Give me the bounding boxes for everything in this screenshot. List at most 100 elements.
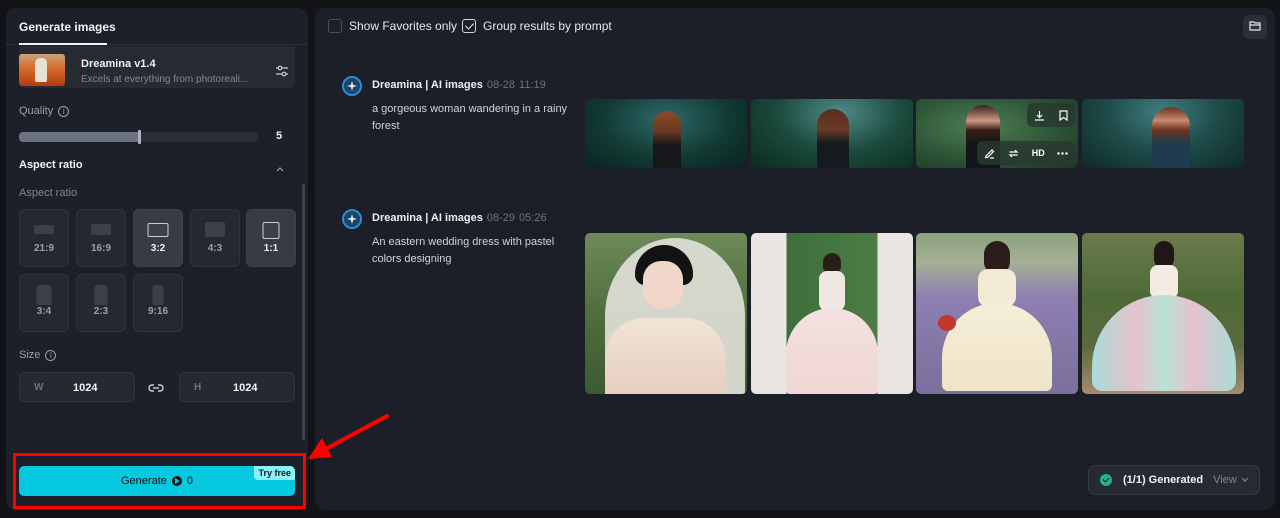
image-dress (605, 318, 725, 394)
ratio-2-3-icon (94, 285, 108, 305)
group-by-prompt-checkbox[interactable] (462, 19, 476, 33)
ratio-label: 2:3 (93, 306, 109, 317)
view-label: View (1213, 474, 1237, 486)
group-author: Dreamina | AI images 08-29 05:26 (372, 212, 547, 224)
ratio-3-2-icon (147, 223, 169, 237)
model-selector[interactable]: Dreamina v1.4 Excels at everything from … (19, 46, 295, 88)
panel-title[interactable]: Generate images (19, 20, 116, 34)
aspect-ratio-section-title[interactable]: Aspect ratio (19, 159, 83, 171)
ratio-option-21-9[interactable]: 21:9 (19, 209, 69, 267)
result-image[interactable] (751, 99, 913, 168)
result-image-hovered[interactable]: HD (916, 99, 1078, 168)
result-image[interactable] (1082, 233, 1244, 394)
model-thumbnail (19, 54, 65, 86)
image-subject (817, 109, 849, 168)
image-bodice (819, 271, 845, 311)
show-favorites-checkbox[interactable] (328, 19, 342, 33)
show-favorites-toggle[interactable]: Show Favorites only (328, 19, 457, 33)
dreamina-avatar-icon (342, 76, 362, 96)
ratio-4-3-icon (205, 222, 225, 237)
result-image[interactable] (751, 233, 913, 394)
info-icon[interactable]: i (58, 105, 70, 117)
ratio-label: 1:1 (263, 243, 279, 254)
ratio-label: 9:16 (147, 306, 168, 317)
panel-header: Generate images (6, 8, 308, 45)
info-icon[interactable]: i (45, 349, 57, 361)
group-prompt[interactable]: a gorgeous woman wandering in a rainy fo… (372, 101, 582, 135)
bookmark-icon[interactable] (1054, 106, 1072, 124)
ratio-option-2-3[interactable]: 2:3 (76, 274, 126, 332)
ratio-option-3-2[interactable]: 3:2 (133, 209, 183, 267)
ratio-9-16-icon (152, 285, 164, 305)
results-panel: Show Favorites only Group results by pro… (315, 8, 1275, 510)
ratio-label: 3:4 (36, 306, 52, 317)
folder-icon (1249, 18, 1261, 36)
size-label-row: Size i (19, 349, 57, 361)
group-prompt[interactable]: An eastern wedding dress with pastel col… (372, 234, 582, 268)
ratio-option-3-4[interactable]: 3:4 (19, 274, 69, 332)
image-dress (1092, 295, 1236, 391)
width-prefix: W (34, 382, 44, 393)
image-bodice (1150, 265, 1178, 299)
ratio-option-16-9[interactable]: 16:9 (76, 209, 126, 267)
regenerate-icon[interactable] (1005, 144, 1023, 162)
result-image[interactable] (916, 233, 1078, 394)
group-by-prompt-toggle[interactable]: Group results by prompt (462, 19, 612, 33)
result-image[interactable] (1082, 99, 1244, 168)
panel-scrollbar[interactable] (302, 184, 305, 440)
generate-button[interactable]: Generate 0 Try free (19, 466, 295, 496)
ratio-option-1-1[interactable]: 1:1 (246, 209, 296, 267)
group-author: Dreamina | AI images 08-28 11:19 (372, 79, 546, 91)
link-icon[interactable] (148, 381, 164, 393)
ratio-3-4-icon (36, 285, 52, 305)
group-time: 11:19 (519, 79, 546, 91)
quality-value: 5 (276, 130, 283, 142)
image-bodice (978, 269, 1016, 307)
model-description: Excels at everything from photoreali... (81, 74, 249, 85)
image-dress (942, 303, 1052, 391)
quality-slider-handle[interactable] (137, 130, 141, 144)
quality-slider[interactable] (19, 130, 258, 144)
view-dropdown[interactable]: View (1213, 474, 1249, 486)
group-by-prompt-label: Group results by prompt (483, 19, 612, 33)
sliders-settings-icon[interactable] (275, 64, 289, 78)
group-time: 05:26 (519, 212, 547, 224)
generation-status: (1/1) Generated View (1088, 465, 1260, 495)
try-free-badge: Try free (254, 466, 295, 480)
width-input[interactable]: W 1024 (19, 372, 135, 402)
ratio-label: 21:9 (33, 243, 54, 254)
author-name: Dreamina | AI images (372, 212, 483, 224)
result-image[interactable] (585, 233, 747, 394)
image-subject (653, 111, 681, 168)
chevron-up-icon[interactable] (276, 160, 284, 172)
ratio-label: 3:2 (150, 243, 166, 254)
image-subject (1152, 107, 1190, 168)
edit-pencil-icon[interactable] (980, 144, 998, 162)
image-dress (786, 308, 878, 394)
width-value[interactable]: 1024 (73, 382, 97, 394)
height-input[interactable]: H 1024 (179, 372, 295, 402)
download-icon[interactable] (1030, 106, 1048, 124)
quality-label-row: Quality i (19, 105, 70, 117)
ratio-21-9-icon (34, 225, 54, 234)
ratio-option-9-16[interactable]: 9:16 (133, 274, 183, 332)
ratio-label: 4:3 (207, 243, 223, 254)
author-name: Dreamina | AI images (372, 79, 483, 91)
more-options-icon[interactable] (1054, 144, 1072, 162)
credit-count: 0 (186, 475, 193, 487)
image-actions-top (1027, 103, 1075, 127)
chevron-down-icon (1241, 477, 1249, 482)
result-image[interactable] (585, 99, 747, 168)
height-prefix: H (194, 382, 202, 393)
size-label: Size (19, 349, 41, 361)
credit-icon (171, 476, 182, 486)
height-value[interactable]: 1024 (233, 382, 257, 394)
quality-label: Quality (19, 105, 54, 117)
ratio-label: 16:9 (90, 243, 111, 254)
model-name: Dreamina v1.4 (81, 58, 156, 70)
hd-upscale-button[interactable]: HD (1029, 144, 1047, 162)
ratio-16-9-icon (91, 224, 111, 235)
generate-label: Generate (121, 475, 167, 487)
ratio-option-4-3[interactable]: 4:3 (190, 209, 240, 267)
folder-button[interactable] (1243, 15, 1267, 39)
